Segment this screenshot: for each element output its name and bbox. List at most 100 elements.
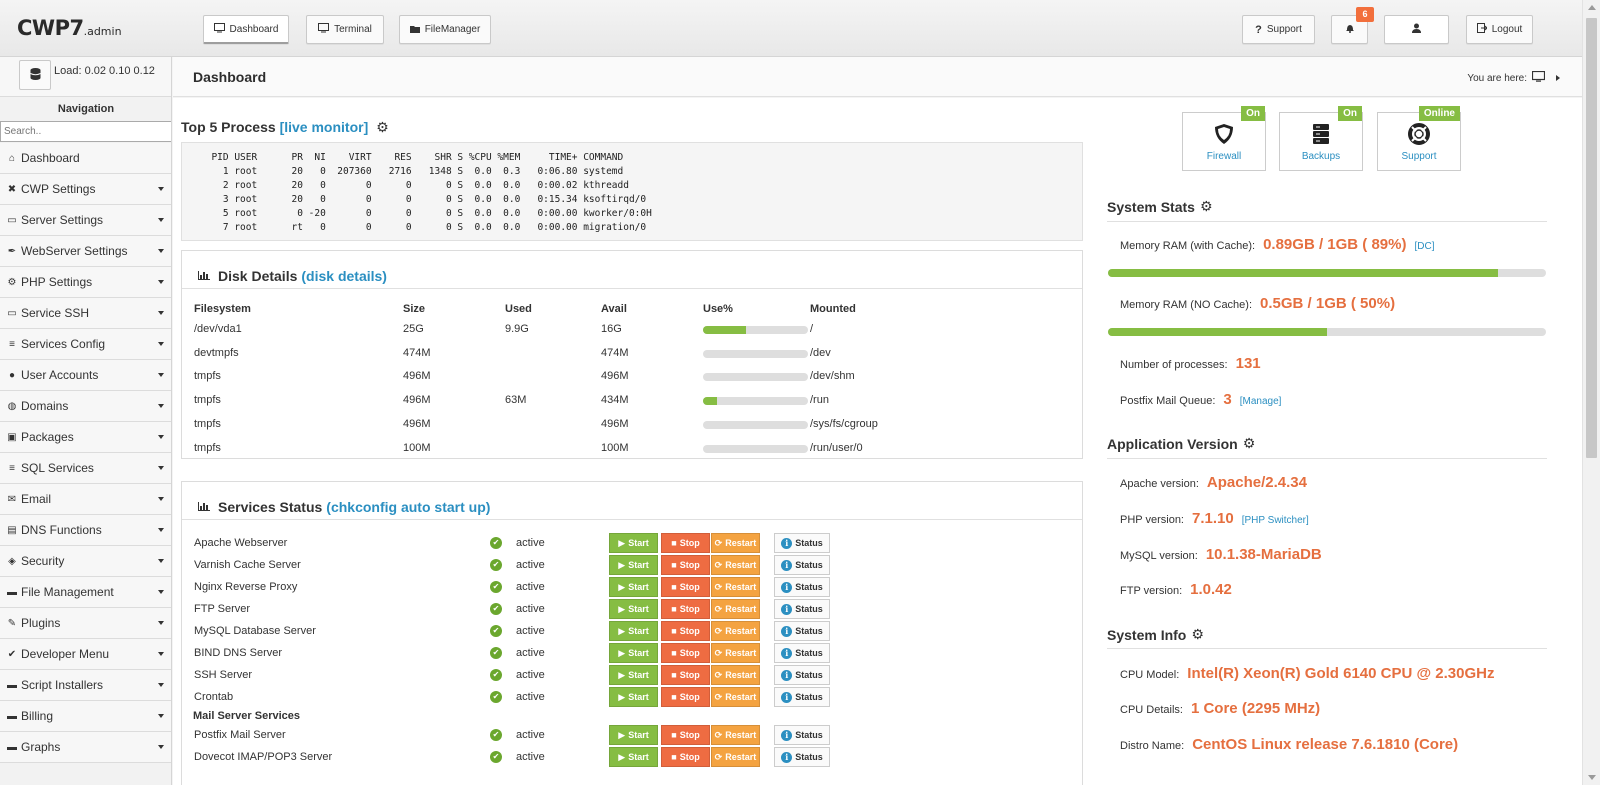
- start-button[interactable]: ▶ Start: [609, 599, 658, 619]
- firewall-quicklink[interactable]: On Firewall: [1182, 106, 1266, 171]
- user-menu-button[interactable]: [1384, 15, 1449, 44]
- backups-quicklink[interactable]: On Backups: [1279, 106, 1363, 171]
- status-button[interactable]: i Status: [774, 555, 830, 575]
- stop-button[interactable]: ■ Stop: [661, 687, 710, 707]
- server-icon: ≡: [9, 338, 15, 350]
- server-load-button[interactable]: [19, 60, 51, 90]
- start-button[interactable]: ▶ Start: [609, 555, 658, 575]
- manage-mail-queue-link[interactable]: [Manage]: [1240, 396, 1282, 407]
- start-button[interactable]: ▶ Start: [609, 643, 658, 663]
- nav-search-input[interactable]: [0, 121, 171, 142]
- tab-filemanager[interactable]: FileManager: [399, 15, 491, 44]
- sidebar-item-file-management[interactable]: ▬ File Management: [0, 577, 171, 608]
- start-button[interactable]: ▶ Start: [609, 747, 658, 767]
- status-button[interactable]: i Status: [774, 725, 830, 745]
- status-button[interactable]: i Status: [774, 643, 830, 663]
- tab-dashboard[interactable]: Dashboard: [203, 15, 289, 44]
- monitor-icon[interactable]: [1531, 70, 1546, 85]
- disk-details-link[interactable]: (disk details): [301, 268, 387, 284]
- restart-button[interactable]: ⟳ Restart: [711, 725, 760, 745]
- php-switcher-link[interactable]: [PHP Switcher]: [1242, 515, 1309, 526]
- sidebar-item-services-config[interactable]: ≡ Services Config: [0, 329, 171, 360]
- gear-icon[interactable]: ⚙: [1191, 626, 1204, 643]
- support-quicklink[interactable]: Online Support: [1377, 106, 1461, 171]
- sidebar-item-dashboard[interactable]: ⌂ Dashboard: [0, 143, 171, 174]
- breadcrumb: You are here:: [1467, 70, 1560, 85]
- support-button[interactable]: ? Support: [1242, 15, 1315, 44]
- tab-terminal[interactable]: Terminal: [306, 15, 384, 44]
- restart-button[interactable]: ⟳ Restart: [711, 533, 760, 553]
- logout-button[interactable]: Logout: [1466, 15, 1533, 44]
- play-icon: ▶: [618, 537, 626, 548]
- restart-button[interactable]: ⟳ Restart: [711, 687, 760, 707]
- stop-button[interactable]: ■ Stop: [661, 643, 710, 663]
- page-scrollbar[interactable]: [1582, 0, 1600, 785]
- sidebar-item-service-ssh[interactable]: ▭ Service SSH: [0, 298, 171, 329]
- divider: [1107, 648, 1547, 649]
- stop-button[interactable]: ■ Stop: [661, 725, 710, 745]
- scroll-up-icon[interactable]: [1588, 5, 1596, 10]
- status-button[interactable]: i Status: [774, 533, 830, 553]
- sidebar-item-email[interactable]: ✉ Email: [0, 484, 171, 515]
- breadcrumb-arrow-icon[interactable]: [1556, 75, 1560, 81]
- live-monitor-link[interactable]: [live monitor]: [280, 119, 369, 135]
- check-circle-icon: ✔: [490, 559, 502, 571]
- sidebar-item-script-installers[interactable]: ▬ Script Installers: [0, 670, 171, 701]
- restart-button[interactable]: ⟳ Restart: [711, 747, 760, 767]
- status-button[interactable]: i Status: [774, 621, 830, 641]
- start-button[interactable]: ▶ Start: [609, 665, 658, 685]
- caret-down-icon: [158, 311, 164, 315]
- start-button[interactable]: ▶ Start: [609, 725, 658, 745]
- sidebar-item-webserver-settings[interactable]: ✒ WebServer Settings: [0, 236, 171, 267]
- sidebar-item-plugins[interactable]: ✎ Plugins: [0, 608, 171, 639]
- scroll-down-icon[interactable]: [1588, 775, 1596, 780]
- sidebar-item-user-accounts[interactable]: ● User Accounts: [0, 360, 171, 391]
- sidebar-item-billing[interactable]: ▬ Billing: [0, 701, 171, 732]
- chkconfig-link[interactable]: (chkconfig auto start up): [326, 499, 490, 515]
- status-button[interactable]: i Status: [774, 599, 830, 619]
- drop-cache-link[interactable]: [DC]: [1414, 241, 1434, 252]
- sidebar-item-server-settings[interactable]: ▭ Server Settings: [0, 205, 171, 236]
- start-button[interactable]: ▶ Start: [609, 577, 658, 597]
- sidebar-item-label: SQL Services: [21, 461, 94, 475]
- gear-icon[interactable]: ⚙: [1200, 198, 1213, 215]
- restart-button[interactable]: ⟳ Restart: [711, 577, 760, 597]
- start-button[interactable]: ▶ Start: [609, 533, 658, 553]
- stop-button[interactable]: ■ Stop: [661, 747, 710, 767]
- start-button[interactable]: ▶ Start: [609, 621, 658, 641]
- stop-icon: ■: [671, 692, 677, 702]
- stop-button[interactable]: ■ Stop: [661, 577, 710, 597]
- scrollbar-thumb[interactable]: [1586, 18, 1597, 458]
- refresh-icon: ⟳: [714, 647, 723, 658]
- gear-icon[interactable]: ⚙: [1243, 435, 1256, 452]
- sidebar-item-security[interactable]: ◈ Security: [0, 546, 171, 577]
- stop-button[interactable]: ■ Stop: [661, 621, 710, 641]
- stop-button[interactable]: ■ Stop: [661, 599, 710, 619]
- stop-button[interactable]: ■ Stop: [661, 555, 710, 575]
- sidebar-item-graphs[interactable]: ▬ Graphs: [0, 732, 171, 763]
- sidebar-item-packages[interactable]: ▣ Packages: [0, 422, 171, 453]
- sidebar-item-sql-services[interactable]: ≡ SQL Services: [0, 453, 171, 484]
- sidebar-item-cwp-settings[interactable]: ✖ CWP Settings: [0, 174, 171, 205]
- status-button[interactable]: i Status: [774, 687, 830, 707]
- sidebar-item-domains[interactable]: ◍ Domains: [0, 391, 171, 422]
- sidebar-item-label: Packages: [21, 430, 74, 444]
- gear-icon[interactable]: ⚙: [376, 119, 389, 136]
- system-stats-title: System Stats: [1107, 198, 1195, 215]
- start-button[interactable]: ▶ Start: [609, 687, 658, 707]
- logo[interactable]: CWP7.admin: [17, 16, 122, 40]
- stop-button[interactable]: ■ Stop: [661, 533, 710, 553]
- status-button[interactable]: i Status: [774, 577, 830, 597]
- restart-button[interactable]: ⟳ Restart: [711, 621, 760, 641]
- sidebar-item-php-settings[interactable]: ⚙ PHP Settings: [0, 267, 171, 298]
- refresh-icon: ⟳: [714, 559, 723, 570]
- status-button[interactable]: i Status: [774, 665, 830, 685]
- restart-button[interactable]: ⟳ Restart: [711, 555, 760, 575]
- restart-button[interactable]: ⟳ Restart: [711, 599, 760, 619]
- restart-button[interactable]: ⟳ Restart: [711, 643, 760, 663]
- stop-button[interactable]: ■ Stop: [661, 665, 710, 685]
- restart-button[interactable]: ⟳ Restart: [711, 665, 760, 685]
- sidebar-item-dns-functions[interactable]: ▤ DNS Functions: [0, 515, 171, 546]
- status-button[interactable]: i Status: [774, 747, 830, 767]
- sidebar-item-developer-menu[interactable]: ✔ Developer Menu: [0, 639, 171, 670]
